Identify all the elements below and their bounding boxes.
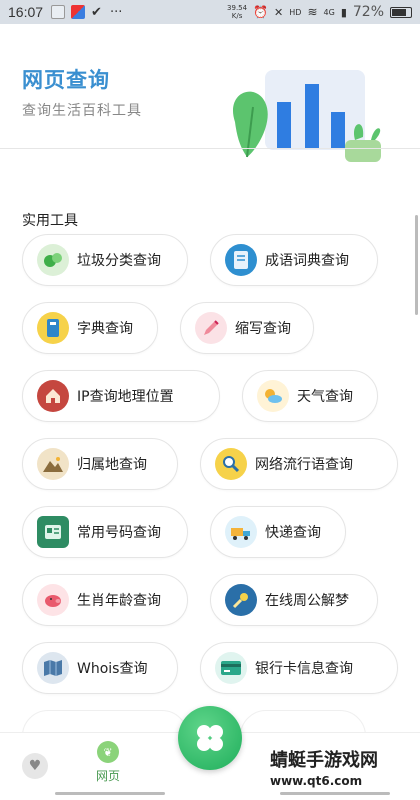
- dictionary-icon: [37, 312, 69, 344]
- page-subtitle: 查询生活百科工具: [22, 103, 142, 119]
- tool-phone-origin[interactable]: 归属地查询: [22, 438, 178, 490]
- tool-label: 网络流行语查询: [255, 457, 353, 473]
- tool-label: IP查询地理位置: [77, 389, 174, 405]
- battery-icon: [390, 6, 412, 18]
- tool-label: 缩写查询: [235, 321, 291, 337]
- tool-abbreviation[interactable]: 缩写查询: [180, 302, 314, 354]
- tool-label: 天气查询: [297, 389, 353, 405]
- network-speed-unit: K/s: [231, 12, 243, 20]
- tool-label: 归属地查询: [77, 457, 147, 473]
- app-notification-icon: [71, 5, 86, 19]
- nav-web-tab[interactable]: ❦ 网页: [90, 741, 126, 784]
- tool-label: 字典查询: [77, 321, 133, 337]
- hd-label: HD: [289, 7, 302, 17]
- status-time: 16:07: [8, 4, 44, 20]
- recycle-icon: [37, 244, 69, 276]
- wifi-icon: ≋: [307, 5, 318, 19]
- tool-label: 常用号码查询: [77, 525, 161, 541]
- alarm-icon: ⏰: [253, 5, 269, 19]
- tool-label: Whois查询: [77, 661, 148, 677]
- leaf-icon: ❦: [97, 741, 119, 763]
- tool-idiom-dictionary[interactable]: 成语词典查询: [210, 234, 378, 286]
- page-header: 网页查询 查询生活百科工具: [0, 24, 420, 162]
- tool-common-numbers[interactable]: 常用号码查询: [22, 506, 188, 558]
- landscape-icon: [37, 448, 69, 480]
- watermark-url: www.qt6.com: [270, 774, 363, 788]
- tool-label: 银行卡信息查询: [255, 661, 353, 677]
- nav-favorites-heart-icon[interactable]: ♥: [22, 753, 48, 779]
- more-dots: ···: [109, 4, 123, 20]
- tool-zodiac-age[interactable]: 生肖年龄查询: [22, 574, 188, 626]
- clover-icon: [197, 725, 223, 751]
- pencil-icon: [195, 312, 227, 344]
- mute-icon: ✕: [274, 5, 284, 19]
- tool-label: 在线周公解梦: [265, 593, 349, 609]
- tool-label: 生肖年龄查询: [77, 593, 161, 609]
- tool-internet-slang[interactable]: 网络流行语查询: [200, 438, 398, 490]
- network-speed-value: 39.54: [227, 4, 248, 12]
- tool-label: 垃圾分类查询: [77, 253, 161, 269]
- clover-fab-button[interactable]: [178, 706, 242, 770]
- tool-dictionary[interactable]: 字典查询: [22, 302, 158, 354]
- notification-icon: [51, 5, 66, 19]
- nav-web-label: 网页: [95, 769, 120, 783]
- battery-percent: 72%: [352, 4, 384, 20]
- map-icon: [37, 652, 69, 684]
- magnifier-icon: [215, 448, 247, 480]
- home-indicator-right: [280, 792, 390, 795]
- phonebook-icon: [37, 516, 69, 548]
- tool-express[interactable]: 快递查询: [210, 506, 346, 558]
- tool-dream-interpretation[interactable]: 在线周公解梦: [210, 574, 378, 626]
- section-title: 实用工具: [22, 213, 78, 229]
- comet-icon: [225, 584, 257, 616]
- weather-icon: [257, 380, 289, 412]
- tool-bank-card[interactable]: 银行卡信息查询: [200, 642, 398, 694]
- check-icon: ✔: [91, 4, 102, 20]
- bankcard-icon: [215, 652, 247, 684]
- tool-weather[interactable]: 天气查询: [242, 370, 378, 422]
- home-indicator: [55, 792, 165, 795]
- header-divider: [0, 148, 420, 149]
- pig-icon: [37, 584, 69, 616]
- scrollbar[interactable]: [415, 215, 418, 315]
- tool-whois[interactable]: Whois查询: [22, 642, 178, 694]
- tool-label: 快递查询: [265, 525, 321, 541]
- network-speed: 39.54 K/s: [227, 4, 247, 20]
- network-label: 4G: [323, 7, 335, 17]
- signal-icon: ▮: [340, 5, 347, 19]
- page-title: 网页查询: [22, 68, 110, 92]
- tool-label: 成语词典查询: [265, 253, 349, 269]
- status-bar: 16:07 ✔ ··· 39.54 K/s ⏰ ✕ HD ≋ 4G ▮ 72%: [0, 0, 420, 24]
- watermark-text: 蜻蜓手游戏网: [270, 750, 378, 771]
- tool-garbage-sort[interactable]: 垃圾分类查询: [22, 234, 188, 286]
- truck-icon: [225, 516, 257, 548]
- header-illustration-icon: [232, 70, 381, 162]
- book-icon: [225, 244, 257, 276]
- tool-ip-location[interactable]: IP查询地理位置: [22, 370, 220, 422]
- house-icon: [37, 380, 69, 412]
